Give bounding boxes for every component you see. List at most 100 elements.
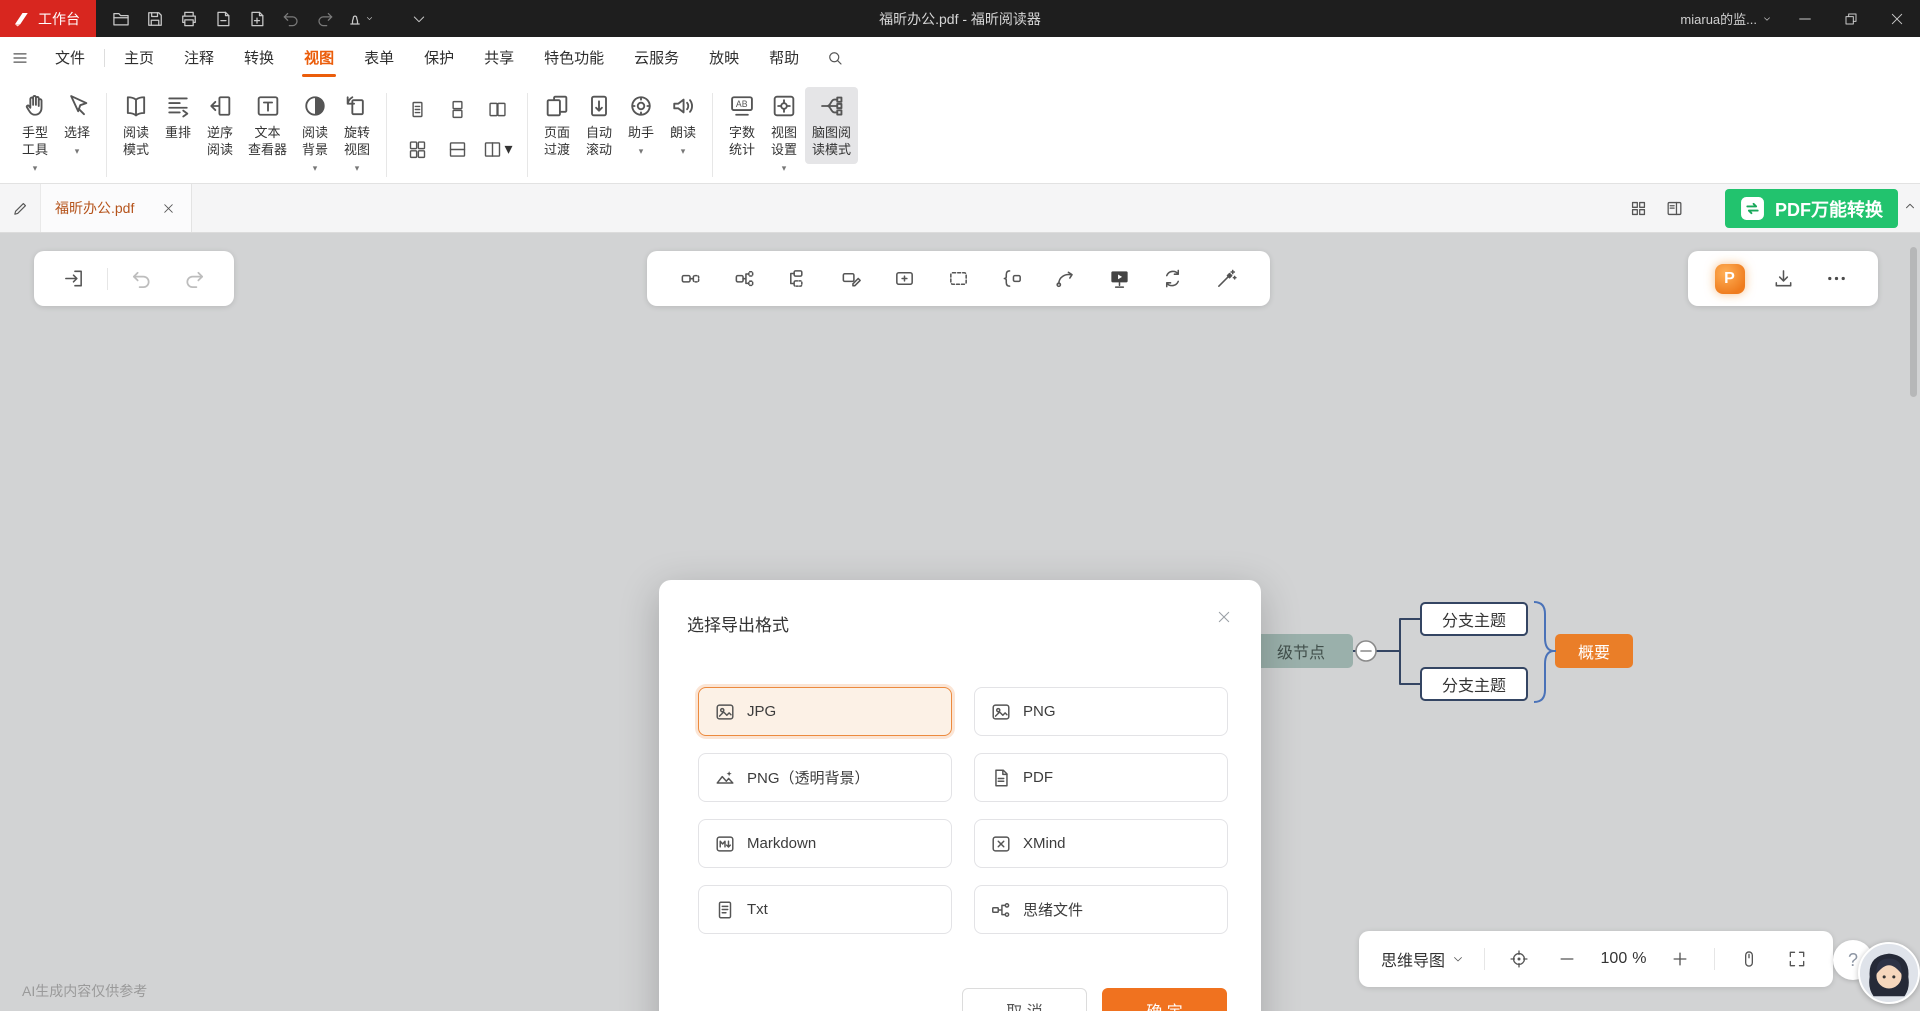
split-view-button[interactable] — [437, 129, 477, 169]
auto-scroll-button[interactable]: 自动 滚动 — [578, 87, 620, 164]
dropdown-caret-icon: ▾ — [639, 147, 644, 156]
create-pdf-button[interactable] — [240, 0, 274, 37]
hamburger-menu-button[interactable] — [0, 37, 40, 78]
auto-scroll-icon — [585, 92, 613, 120]
format-option-xmind[interactable]: XMind — [974, 819, 1228, 868]
word-count-button[interactable]: AB 字数 统计 — [721, 87, 763, 164]
print-button[interactable] — [172, 0, 206, 37]
user-avatar[interactable] — [1858, 942, 1920, 1004]
page-layout-icon — [482, 139, 503, 160]
cancel-button[interactable]: 取 消 — [962, 988, 1087, 1011]
dialog-title: 选择导出格式 — [687, 611, 789, 636]
format-options-grid: JPG PNG PNG（透明背景） PDF Markdown XMind — [698, 687, 1228, 934]
format-option-mind-file[interactable]: 思绪文件 — [974, 885, 1228, 934]
tab-close-icon[interactable] — [162, 202, 175, 215]
text-viewer-button[interactable]: 文本 查看器 — [241, 87, 294, 164]
convert-icon — [1740, 196, 1765, 221]
foxit-logo-icon — [12, 10, 30, 28]
reading-background-label: 阅读 背景 — [302, 125, 328, 159]
facing-page-button[interactable] — [477, 89, 517, 129]
scroll-up-button[interactable] — [1903, 199, 1917, 213]
ribbon-toolbar: 手型 工具 ▾ 选择 ▾ 阅读 模式 重排 逆序 阅读 文本 查看器 阅读 背景… — [0, 78, 1920, 184]
format-option-png[interactable]: PNG — [974, 687, 1228, 736]
reflow-label: 重排 — [165, 125, 191, 142]
menu-comment[interactable]: 注释 — [169, 37, 229, 78]
page-transition-button[interactable]: 页面 过渡 — [536, 87, 578, 164]
active-document-tab[interactable]: 福昕办公.pdf — [40, 184, 192, 232]
format-option-markdown[interactable]: Markdown — [698, 819, 952, 868]
read-mode-button[interactable]: 阅读 模式 — [115, 87, 157, 164]
page-panel-button[interactable] — [1656, 190, 1692, 226]
single-page-button[interactable] — [397, 89, 437, 129]
format-label: JPG — [747, 703, 776, 720]
menu-bar: 文件 主页 注释 转换 视图 表单 保护 共享 特色功能 云服务 放映 帮助 — [0, 37, 1920, 78]
menu-home[interactable]: 主页 — [109, 37, 169, 78]
format-option-png-transparent[interactable]: PNG（透明背景） — [698, 753, 952, 802]
close-button[interactable] — [1874, 0, 1920, 37]
reverse-reading-button[interactable]: 逆序 阅读 — [199, 87, 241, 164]
workspace-button[interactable]: 工作台 — [0, 0, 96, 37]
assistant-button[interactable]: 助手 ▾ — [620, 87, 662, 161]
account-menu[interactable]: miarua的监... — [1680, 9, 1772, 28]
mindmap-canvas[interactable]: 级节点 分支主题 分支主题 概要 P 思维导图 — [0, 233, 1920, 1011]
read-aloud-icon — [669, 92, 697, 120]
export-pdf-button[interactable] — [206, 0, 240, 37]
export-format-dialog: 选择导出格式 JPG PNG PNG（透明背景） PDF Markdown — [659, 580, 1261, 1011]
continuous-page-button[interactable] — [437, 89, 477, 129]
search-button[interactable] — [814, 37, 856, 78]
minimize-button[interactable] — [1782, 0, 1828, 37]
menu-form[interactable]: 表单 — [349, 37, 409, 78]
menu-features[interactable]: 特色功能 — [529, 37, 619, 78]
continuous-facing-icon — [407, 139, 428, 160]
format-option-pdf[interactable]: PDF — [974, 753, 1228, 802]
pdf-convert-button[interactable]: PDF万能转换 — [1725, 189, 1898, 228]
search-icon — [826, 49, 844, 67]
undo-button[interactable] — [274, 0, 308, 37]
page-transition-icon — [543, 92, 571, 120]
rename-button[interactable] — [0, 184, 40, 232]
quick-sign-button[interactable] — [342, 0, 376, 37]
page-display-more-button[interactable]: ▾ — [477, 129, 517, 169]
assistant-icon — [627, 92, 655, 120]
view-settings-button[interactable]: 视图 设置 ▾ — [763, 87, 805, 178]
save-button[interactable] — [138, 0, 172, 37]
reflow-icon — [164, 92, 192, 120]
read-aloud-label: 朗读 — [670, 125, 696, 142]
format-label: PDF — [1023, 769, 1053, 786]
dialog-close-button[interactable] — [1211, 604, 1237, 630]
hand-tool-button[interactable]: 手型 工具 ▾ — [14, 87, 56, 178]
mindmap-reading-mode-button[interactable]: 脑图阅 读模式 — [805, 87, 858, 164]
menu-present[interactable]: 放映 — [694, 37, 754, 78]
format-option-txt[interactable]: Txt — [698, 885, 952, 934]
open-file-button[interactable] — [104, 0, 138, 37]
confirm-button[interactable]: 确 定 — [1102, 988, 1227, 1011]
menu-protect[interactable]: 保护 — [409, 37, 469, 78]
single-page-icon — [407, 99, 428, 120]
reading-background-button[interactable]: 阅读 背景 ▾ — [294, 87, 336, 178]
rotate-view-label: 旋转 视图 — [344, 125, 370, 159]
avatar-image — [1860, 944, 1918, 1002]
toolbar-more-button[interactable] — [402, 0, 436, 37]
transparent-image-icon — [714, 767, 736, 789]
menu-help[interactable]: 帮助 — [754, 37, 814, 78]
ribbon-divider — [527, 93, 528, 177]
word-count-icon: AB — [728, 92, 756, 120]
tab-grid-view-button[interactable] — [1620, 190, 1656, 226]
menu-cloud[interactable]: 云服务 — [619, 37, 694, 78]
menu-file[interactable]: 文件 — [40, 37, 100, 78]
menu-view[interactable]: 视图 — [289, 37, 349, 78]
dropdown-caret-icon: ▾ — [33, 164, 38, 173]
read-aloud-button[interactable]: 朗读 ▾ — [662, 87, 704, 161]
rotate-view-button[interactable]: 旋转 视图 ▾ — [336, 87, 378, 178]
restore-button[interactable] — [1828, 0, 1874, 37]
format-option-jpg[interactable]: JPG — [698, 687, 952, 736]
reflow-button[interactable]: 重排 — [157, 87, 199, 147]
continuous-facing-button[interactable] — [397, 129, 437, 169]
select-tool-button[interactable]: 选择 ▾ — [56, 87, 98, 161]
menu-convert[interactable]: 转换 — [229, 37, 289, 78]
image-icon — [990, 701, 1012, 723]
image-icon — [714, 701, 736, 723]
redo-button[interactable] — [308, 0, 342, 37]
menu-share[interactable]: 共享 — [469, 37, 529, 78]
document-tab-bar: 福昕办公.pdf PDF万能转换 — [0, 184, 1920, 233]
